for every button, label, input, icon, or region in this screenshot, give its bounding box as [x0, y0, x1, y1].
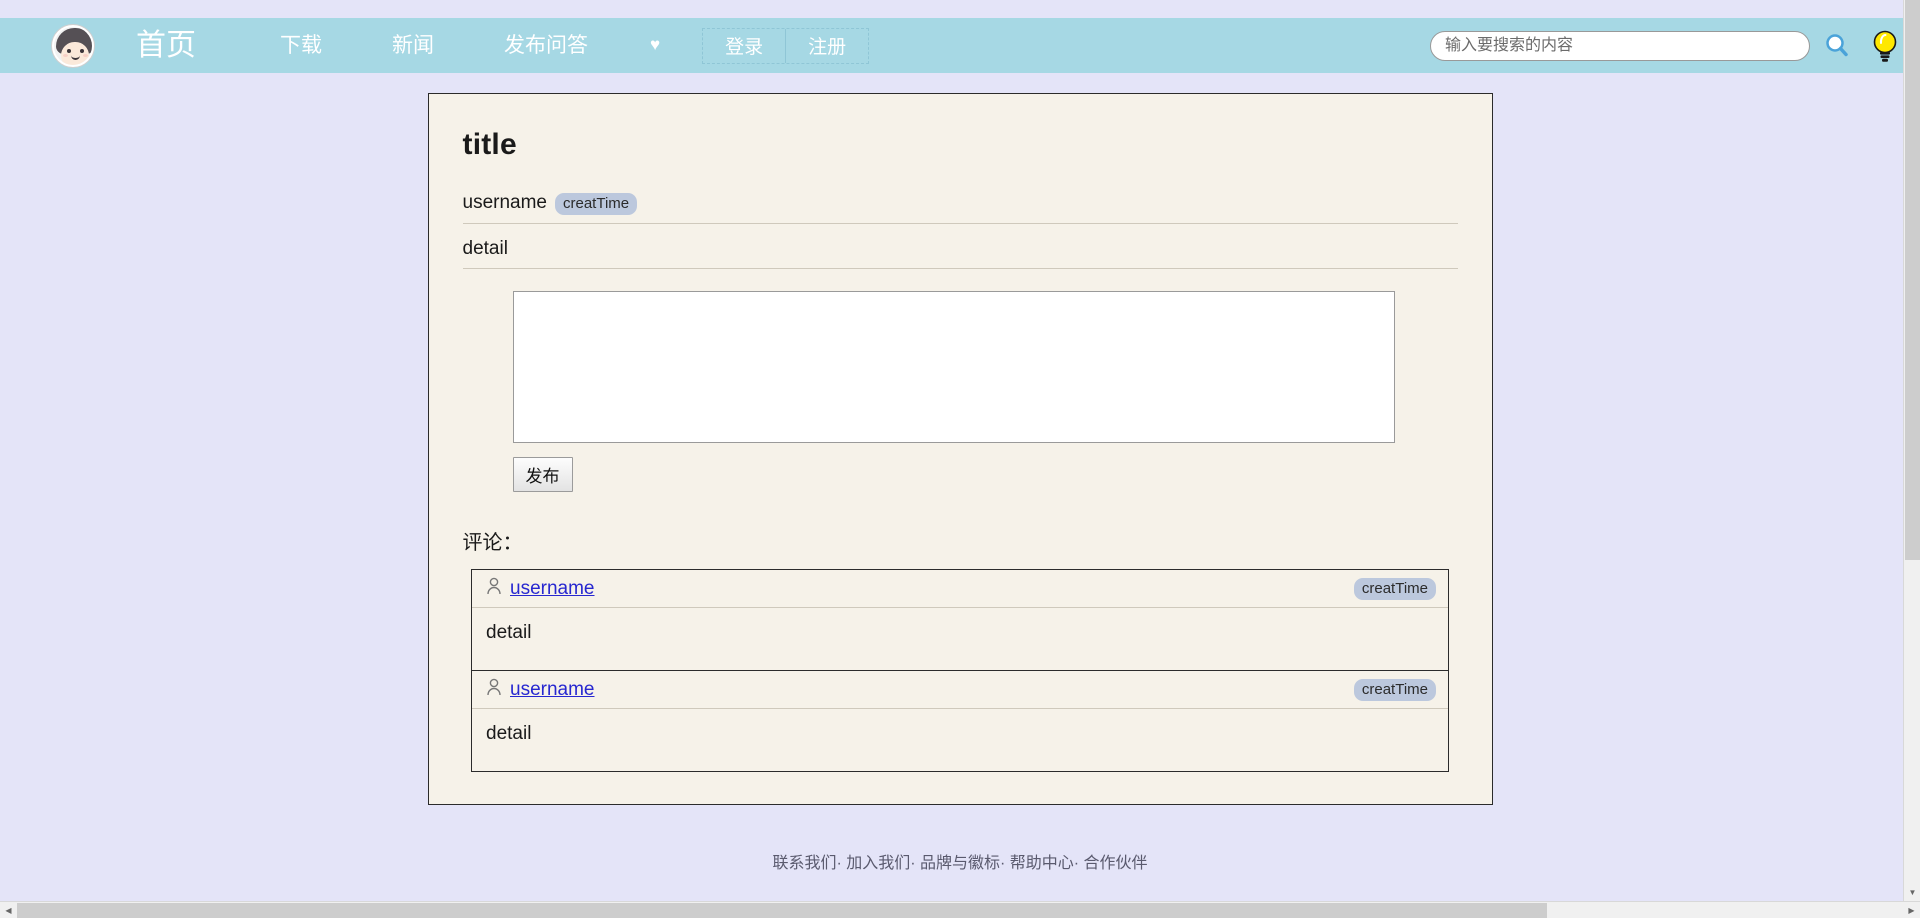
comment-username-link[interactable]: username — [510, 679, 595, 701]
avatar[interactable] — [52, 24, 94, 67]
search-input[interactable] — [1430, 30, 1810, 61]
comment-detail: detail — [486, 622, 532, 643]
scroll-right-arrow[interactable]: ▶ — [1903, 902, 1920, 918]
nav-item-post-qa[interactable]: 发布问答 — [482, 25, 610, 66]
navbar: 首页 下载 新闻 发布问答 ♥ 登录 注册 — [0, 18, 1920, 73]
avatar-eye-left — [67, 48, 71, 53]
comment-list: username creatTime detail username creat… — [471, 569, 1449, 772]
post-username: username — [462, 192, 548, 213]
nav-links: 首页 下载 新闻 发布问答 ♥ 登录 注册 — [126, 20, 870, 72]
comment-username-link[interactable]: username — [510, 578, 595, 600]
scroll-down-arrow[interactable]: ▼ — [1904, 884, 1920, 901]
comment-detail: detail — [486, 723, 532, 744]
nav-item-news[interactable]: 新闻 — [370, 25, 456, 66]
comment-user: username — [486, 577, 595, 600]
login-button[interactable]: 登录 — [703, 29, 785, 63]
horizontal-scrollbar[interactable]: ◀ ▶ — [0, 901, 1920, 918]
vertical-scroll-thumb[interactable] — [1905, 0, 1920, 560]
avatar-cheek-right — [83, 53, 88, 57]
comment-header: username creatTime — [472, 671, 1448, 709]
comment-header: username creatTime — [472, 570, 1448, 608]
lightbulb-icon[interactable] — [1864, 25, 1906, 67]
comment-creattime-badge: creatTime — [1353, 678, 1436, 701]
comments-heading: 评论： — [462, 532, 523, 554]
person-icon — [486, 577, 502, 600]
comment-creattime-badge: creatTime — [1353, 577, 1436, 600]
post-creattime-badge: creatTime — [555, 193, 638, 215]
post-card: title username creatTime detail 发布 评论： u… — [427, 93, 1493, 805]
heart-icon[interactable]: ♥ — [636, 27, 674, 63]
comment-user: username — [486, 678, 595, 701]
comment-input[interactable] — [512, 291, 1395, 443]
post-detail: detail — [462, 224, 1458, 269]
nav-item-download[interactable]: 下载 — [258, 25, 344, 66]
person-icon — [486, 678, 502, 701]
search-icon[interactable] — [1816, 25, 1858, 67]
page-title: title — [462, 128, 517, 161]
top-strip — [0, 0, 1920, 18]
list-item: username creatTime detail — [472, 671, 1448, 772]
avatar-eye-right — [80, 48, 84, 53]
register-button[interactable]: 注册 — [786, 29, 868, 63]
scroll-left-arrow[interactable]: ◀ — [0, 902, 17, 918]
post-meta: username creatTime — [462, 192, 1458, 224]
publish-button[interactable]: 发布 — [512, 457, 573, 492]
footer-links[interactable]: 联系我们· 加入我们· 品牌与徽标· 帮助中心· 合作伙伴 — [0, 849, 1920, 873]
navbar-right — [1430, 18, 1906, 73]
comment-compose: 发布 — [463, 269, 1458, 492]
horizontal-scroll-thumb[interactable] — [17, 903, 1547, 918]
vertical-scrollbar[interactable]: ▲ ▼ — [1903, 0, 1920, 901]
nav-item-home[interactable]: 首页 — [126, 20, 218, 72]
auth-group: 登录 注册 — [702, 27, 870, 64]
avatar-cheek-left — [63, 53, 68, 57]
page-body: title username creatTime detail 发布 评论： u… — [0, 93, 1920, 918]
list-item: username creatTime detail — [472, 570, 1448, 671]
